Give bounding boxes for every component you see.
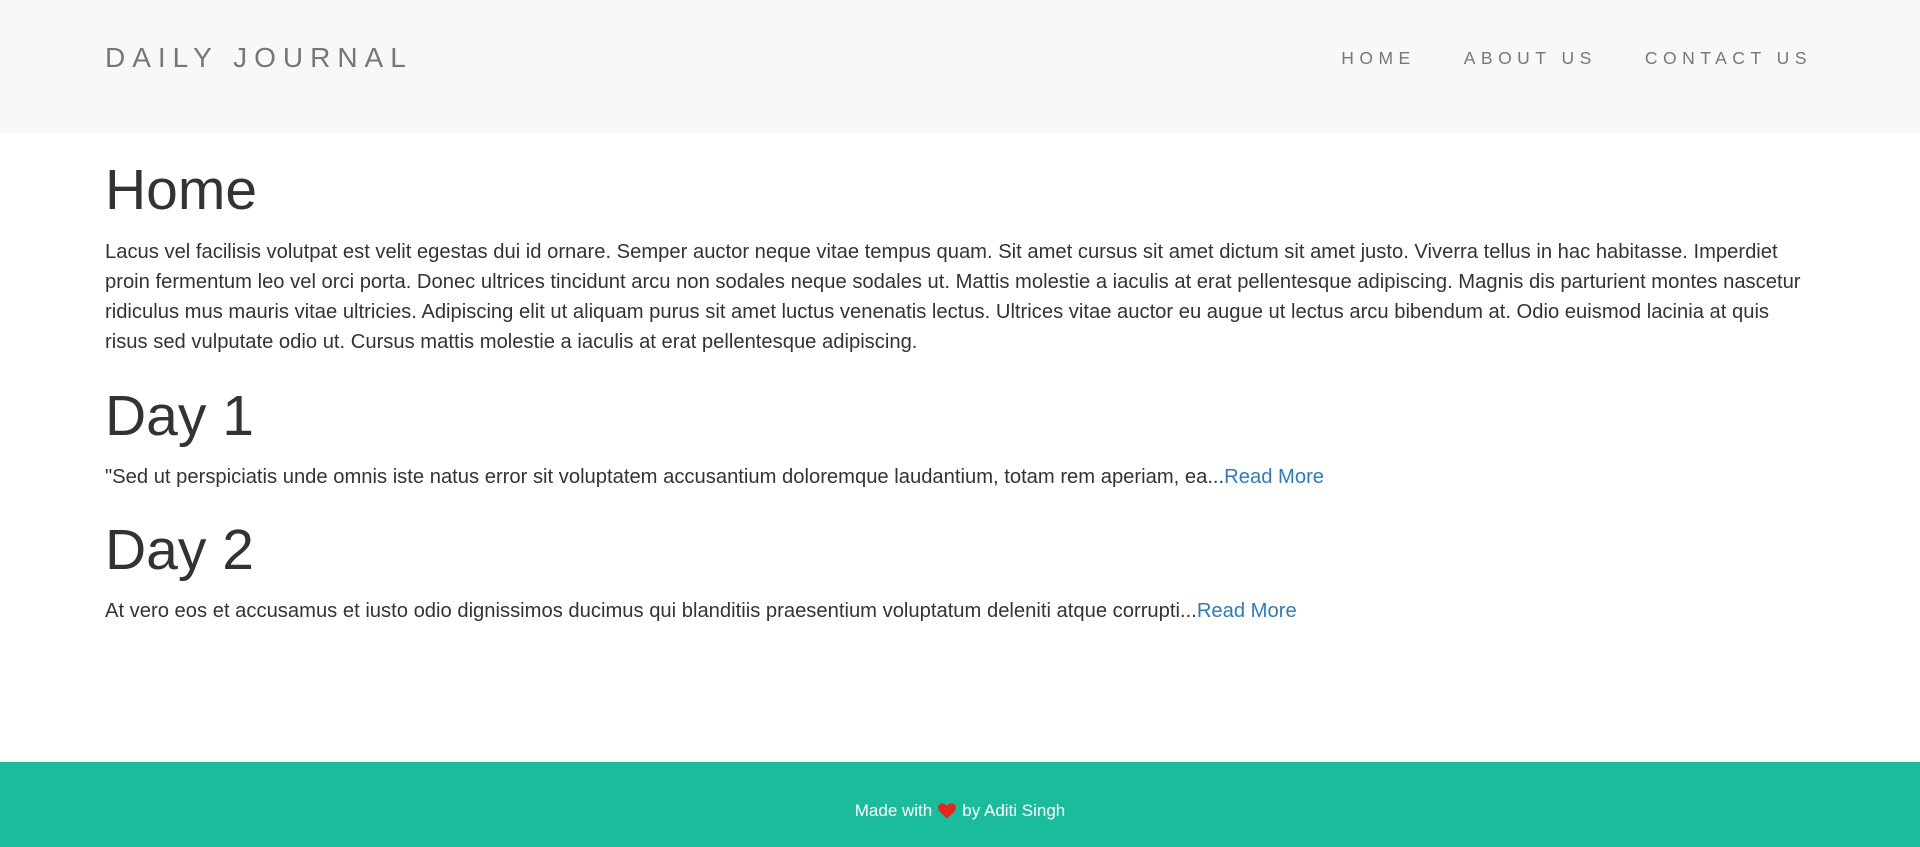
nav-links: HOME ABOUT US CONTACT US [1341, 46, 1812, 70]
footer: Made with by Aditi Singh [0, 762, 1920, 847]
page-title: Home [105, 158, 258, 222]
nav-link-about-us[interactable]: ABOUT US [1464, 46, 1597, 70]
post-excerpt-day-1: "Sed ut perspiciatis unde omnis iste nat… [105, 462, 1324, 492]
read-more-link-day-1[interactable]: Read More [1224, 466, 1324, 488]
footer-prefix: Made with [854, 801, 933, 820]
home-body-text: Lacus vel facilisis volutpat est velit e… [105, 241, 1801, 353]
read-more-link-day-2[interactable]: Read More [1197, 600, 1297, 622]
footer-suffix: by Aditi Singh [962, 801, 1066, 820]
nav-link-home[interactable]: HOME [1341, 46, 1416, 70]
footer-credit: Made with by Aditi Singh [0, 800, 1920, 825]
post-title-day-2: Day 2 [105, 518, 254, 582]
post-title-day-1: Day 1 [105, 384, 254, 448]
brand-logo[interactable]: DAILY JOURNAL [105, 40, 413, 76]
post-excerpt-text: At vero eos et accusamus et iusto odio d… [105, 600, 1197, 622]
post-excerpt-text: "Sed ut perspiciatis unde omnis iste nat… [105, 466, 1225, 488]
post-excerpt-day-2: At vero eos et accusamus et iusto odio d… [105, 596, 1297, 626]
nav-link-contact-us[interactable]: CONTACT US [1645, 46, 1812, 70]
heart-icon [938, 803, 957, 825]
navbar: DAILY JOURNAL HOME ABOUT US CONTACT US [0, 0, 1920, 133]
